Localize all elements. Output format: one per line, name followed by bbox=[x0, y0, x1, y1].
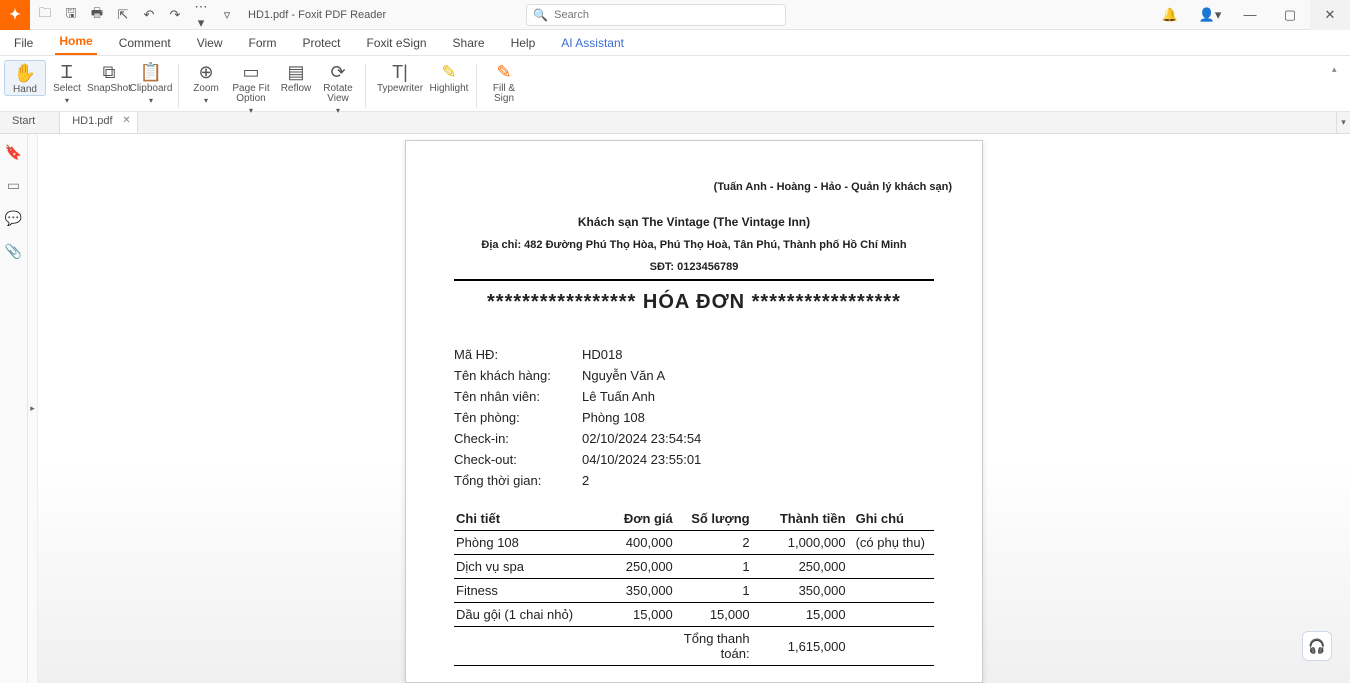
menu-view[interactable]: View bbox=[193, 32, 227, 55]
print-icon[interactable]: 🖶 bbox=[88, 4, 106, 26]
pages-icon[interactable]: ▭ bbox=[7, 177, 20, 194]
more-icon[interactable]: ⋯▾ bbox=[192, 0, 210, 31]
dropdown-icon[interactable]: ▿ bbox=[218, 7, 236, 23]
menu-form[interactable]: Form bbox=[245, 32, 281, 55]
ribbon: ✋Hand ᏆSelect▾ ⧉SnapShot 📋Clipboard▾ ⊕Zo… bbox=[0, 56, 1350, 112]
tool-fill-sign[interactable]: ✎Fill & Sign bbox=[483, 60, 525, 104]
minimize-button[interactable]: ― bbox=[1230, 0, 1270, 30]
doc-phone: SĐT: 0123456789 bbox=[436, 261, 952, 273]
invoice-info: Mã HĐ:HD018 Tên khách hàng:Nguyễn Văn A … bbox=[454, 344, 934, 491]
invoice-table: Chi tiết Đơn giá Số lượng Thành tiền Ghi… bbox=[454, 507, 934, 666]
menu-protect[interactable]: Protect bbox=[299, 32, 345, 55]
tab-document[interactable]: HD1.pdf✕ bbox=[60, 112, 137, 133]
zoom-icon: ⊕ bbox=[198, 62, 213, 82]
ai-assistant-fab[interactable]: 🎧 bbox=[1302, 631, 1332, 661]
redo-icon[interactable]: ↷ bbox=[166, 7, 184, 23]
navigation-panel: 🔖 ▭ 💬 📎 bbox=[0, 134, 28, 683]
open-icon[interactable]: 🗀 bbox=[36, 4, 54, 26]
menu-bar: File Home Comment View Form Protect Foxi… bbox=[0, 30, 1350, 56]
doc-address: Địa chỉ: 482 Đường Phú Thọ Hòa, Phú Thọ … bbox=[436, 239, 952, 251]
user-icon[interactable]: 👤▾ bbox=[1190, 0, 1230, 30]
search-input[interactable] bbox=[554, 9, 774, 21]
search-box[interactable]: 🔍 bbox=[526, 4, 786, 26]
snapshot-icon: ⧉ bbox=[103, 62, 116, 82]
menu-home[interactable]: Home bbox=[55, 30, 96, 55]
doc-subtitle: (Tuấn Anh - Hoàng - Hảo - Quản lý khách … bbox=[436, 181, 952, 193]
total-row: Tổng thanh toán:1,615,000 bbox=[454, 627, 934, 666]
reflow-icon: ▤ bbox=[287, 62, 304, 82]
highlight-icon: ✎ bbox=[441, 62, 456, 82]
document-tabs: Start HD1.pdf✕ ▾ bbox=[0, 112, 1350, 134]
tool-pagefit[interactable]: ▭Page Fit Option▾ bbox=[227, 60, 275, 115]
workspace: 🔖 ▭ 💬 📎 ▸ (Tuấn Anh - Hoàng - Hảo - Quản… bbox=[0, 134, 1350, 683]
app-logo: ✦ bbox=[0, 0, 30, 30]
menu-help[interactable]: Help bbox=[507, 32, 540, 55]
menu-file[interactable]: File bbox=[10, 32, 37, 55]
doc-heading: ***************** HÓA ĐƠN **************… bbox=[436, 291, 952, 314]
export-icon[interactable]: ⇱ bbox=[114, 7, 132, 23]
tool-snapshot[interactable]: ⧉SnapShot bbox=[88, 60, 130, 94]
undo-icon[interactable]: ↶ bbox=[140, 7, 158, 23]
menu-share[interactable]: Share bbox=[449, 32, 489, 55]
save-icon[interactable]: 🖫 bbox=[62, 4, 80, 26]
table-row: Fitness350,0001350,000 bbox=[454, 579, 934, 603]
menu-esign[interactable]: Foxit eSign bbox=[363, 32, 431, 55]
tab-close-icon[interactable]: ✕ bbox=[122, 115, 130, 126]
table-row: Dịch vụ spa250,0001250,000 bbox=[454, 555, 934, 579]
window-title: HD1.pdf - Foxit PDF Reader bbox=[248, 9, 386, 21]
quick-access-toolbar: 🗀 🖫 🖶 ⇱ ↶ ↷ ⋯▾ ▿ bbox=[30, 0, 242, 31]
select-icon: Ꮖ bbox=[61, 62, 73, 82]
pagefit-icon: ▭ bbox=[242, 62, 259, 82]
tool-rotate[interactable]: ⟳Rotate View▾ bbox=[317, 60, 359, 115]
tool-typewriter[interactable]: T|Typewriter bbox=[372, 60, 428, 94]
ribbon-collapse-icon[interactable]: ▴ bbox=[1332, 60, 1346, 75]
comments-icon[interactable]: 💬 bbox=[5, 210, 22, 227]
bookmark-icon[interactable]: 🔖 bbox=[5, 144, 22, 161]
panel-expand-icon[interactable]: ▸ bbox=[28, 134, 38, 683]
hand-icon: ✋ bbox=[14, 63, 36, 83]
pdf-page: (Tuấn Anh - Hoàng - Hảo - Quản lý khách … bbox=[405, 140, 983, 683]
menu-ai-assistant[interactable]: AI Assistant bbox=[557, 32, 628, 55]
close-button[interactable]: ✕ bbox=[1310, 0, 1350, 30]
menu-comment[interactable]: Comment bbox=[115, 32, 175, 55]
chevron-down-icon: ▾ bbox=[204, 96, 208, 105]
search-icon: 🔍 bbox=[533, 8, 548, 22]
maximize-button[interactable]: ▢ bbox=[1270, 0, 1310, 30]
fillsign-icon: ✎ bbox=[496, 62, 511, 82]
doc-hotel-name: Khách sạn The Vintage (The Vintage Inn) bbox=[436, 215, 952, 229]
tool-hand[interactable]: ✋Hand bbox=[4, 60, 46, 96]
tool-clipboard[interactable]: 📋Clipboard▾ bbox=[130, 60, 172, 105]
table-row: Phòng 108400,00021,000,000(có phụ thu) bbox=[454, 531, 934, 555]
tool-reflow[interactable]: ▤Reflow bbox=[275, 60, 317, 94]
document-viewer[interactable]: (Tuấn Anh - Hoàng - Hảo - Quản lý khách … bbox=[38, 134, 1350, 683]
table-row: Dầu gội (1 chai nhỏ)15,00015,00015,000 bbox=[454, 603, 934, 627]
tab-start[interactable]: Start bbox=[0, 112, 60, 133]
tool-zoom[interactable]: ⊕Zoom▾ bbox=[185, 60, 227, 105]
tabs-dropdown-icon[interactable]: ▾ bbox=[1336, 112, 1350, 133]
typewriter-icon: T| bbox=[392, 62, 408, 82]
clipboard-icon: 📋 bbox=[140, 62, 162, 82]
attachments-icon[interactable]: 📎 bbox=[5, 243, 22, 260]
chevron-down-icon: ▾ bbox=[65, 96, 69, 105]
bell-icon[interactable]: 🔔 bbox=[1150, 0, 1190, 30]
tool-highlight[interactable]: ✎Highlight bbox=[428, 60, 470, 94]
titlebar: ✦ 🗀 🖫 🖶 ⇱ ↶ ↷ ⋯▾ ▿ HD1.pdf - Foxit PDF R… bbox=[0, 0, 1350, 30]
chevron-down-icon: ▾ bbox=[149, 96, 153, 105]
rotate-icon: ⟳ bbox=[330, 62, 345, 82]
tool-select[interactable]: ᏆSelect▾ bbox=[46, 60, 88, 105]
